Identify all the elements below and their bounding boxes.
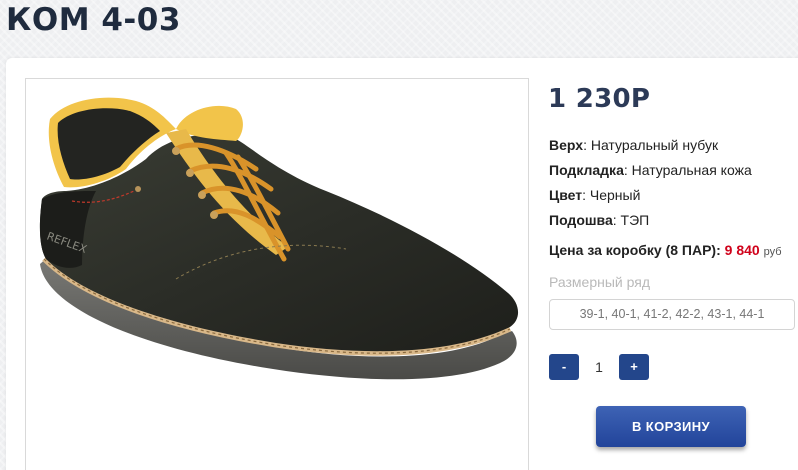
currency-label: руб xyxy=(763,246,782,258)
attr-color: Цвет: Черный xyxy=(549,187,641,203)
product-image[interactable]: REFLEX xyxy=(25,78,529,470)
attr-upper: Верх: Натуральный нубук xyxy=(549,137,719,153)
product-price: 1 230Р xyxy=(548,84,651,114)
quantity-minus-button[interactable]: - xyxy=(549,354,579,380)
box-price: Цена за коробку (8 ПАР): 9 840 руб xyxy=(549,242,782,258)
box-price-label: Цена за коробку (8 ПАР): xyxy=(549,242,721,258)
size-range-label: Размерный ряд xyxy=(549,274,651,290)
product-title: КОМ 4-03 xyxy=(6,2,181,38)
attr-sole: Подошва: ТЭП xyxy=(549,212,650,228)
size-range-field[interactable]: 39-1, 40-1, 41-2, 42-2, 43-1, 44-1 xyxy=(549,299,795,330)
quantity-plus-button[interactable]: + xyxy=(619,354,649,380)
attr-lining: Подкладка: Натуральная кожа xyxy=(549,162,752,178)
quantity-value[interactable]: 1 xyxy=(579,354,619,380)
add-to-cart-button[interactable]: В КОРЗИНУ xyxy=(596,406,746,447)
shoe-image: REFLEX xyxy=(39,97,519,380)
box-price-value: 9 840 xyxy=(724,242,760,258)
